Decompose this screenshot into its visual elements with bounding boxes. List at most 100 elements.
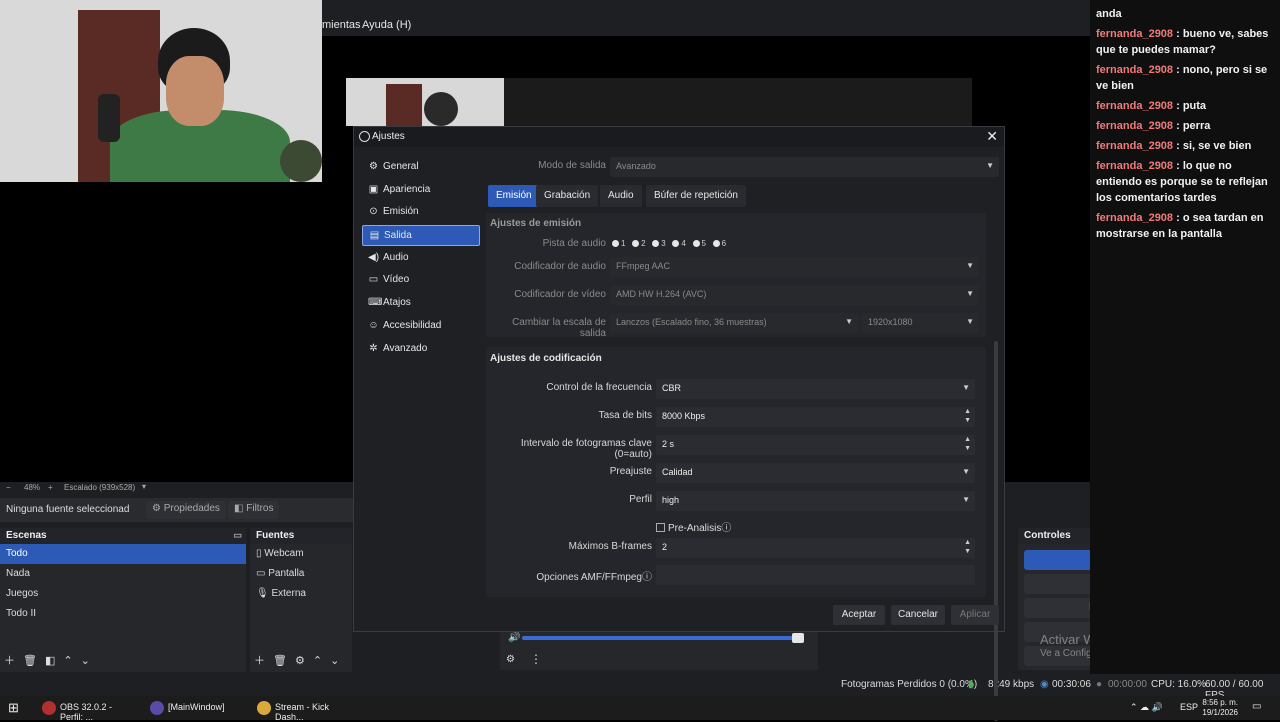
- rescale-resolution-select[interactable]: 1920x1080 ▼: [862, 313, 979, 333]
- trash-icon[interactable]: 🗑: [23, 655, 37, 667]
- nav-general[interactable]: ⚙ General: [362, 157, 480, 178]
- trash-icon[interactable]: 🗑: [273, 655, 287, 667]
- menu-help[interactable]: Ayuda (H): [362, 19, 411, 31]
- radio-icon[interactable]: [632, 240, 640, 247]
- chat-username[interactable]: fernanda_2908: [1096, 160, 1173, 172]
- rescale-filter-select[interactable]: Lanczos (Escalado fino, 36 muestras) ▼: [610, 313, 858, 333]
- bframes-spinbox[interactable]: 2 ▲ ▼: [656, 538, 975, 558]
- tab-replay-buffer[interactable]: Búfer de repetición: [646, 185, 746, 207]
- bitrate-spinbox[interactable]: 8000 Kbps ▲ ▼: [656, 407, 975, 427]
- nav-video[interactable]: ▭ Vídeo: [362, 270, 480, 291]
- output-mode-label: Modo de salida: [538, 160, 606, 171]
- zoom-out-button[interactable]: −: [6, 483, 11, 492]
- scene-item[interactable]: Juegos: [0, 584, 246, 604]
- speaker-icon[interactable]: 🔊: [508, 632, 520, 643]
- checkbox-icon[interactable]: [656, 523, 665, 532]
- kebab-menu-icon[interactable]: ⋮: [530, 652, 542, 666]
- mixer-settings-icon[interactable]: ⚙: [506, 654, 515, 665]
- nav-output[interactable]: ▤ Salida: [362, 225, 480, 247]
- nav-appearance[interactable]: ▣ Apariencia: [362, 180, 480, 201]
- video-encoder-select[interactable]: AMD HW H.264 (AVC) ▼: [610, 285, 979, 305]
- nav-hotkeys[interactable]: ⌨ Atajos: [362, 293, 480, 314]
- zoom-in-button[interactable]: +: [48, 483, 53, 492]
- add-icon[interactable]: ＋: [4, 655, 15, 667]
- chat-username[interactable]: fernanda_2908: [1096, 64, 1173, 76]
- chat-username[interactable]: fernanda_2908: [1096, 120, 1173, 132]
- scale-dropdown-icon[interactable]: ▾: [142, 482, 146, 491]
- gear-icon[interactable]: ⚙: [295, 655, 305, 667]
- preset-select[interactable]: Calidad ▼: [656, 463, 975, 483]
- settings-scrollbar[interactable]: [994, 341, 998, 721]
- chat-message: fernanda_2908 : lo que no entiendo es po…: [1096, 158, 1274, 206]
- dock-menu-icon[interactable]: ▭: [233, 530, 242, 541]
- obs-icon: [359, 131, 370, 142]
- taskbar-mainwindow[interactable]: [MainWindow]: [148, 698, 244, 718]
- accept-button[interactable]: Aceptar: [833, 605, 885, 625]
- volume-slider-handle[interactable]: [792, 633, 804, 643]
- scene-item[interactable]: Nada: [0, 564, 246, 584]
- move-up-icon[interactable]: ⌃: [63, 655, 72, 667]
- nav-stream[interactable]: ⊙ Emisión: [362, 202, 480, 223]
- chat-username[interactable]: fernanda_2908: [1096, 28, 1173, 40]
- chat-message: fernanda_2908 : o sea tardan en mostrars…: [1096, 210, 1274, 242]
- tab-audio[interactable]: Audio: [600, 185, 642, 207]
- chevron-up-icon[interactable]: ▲: [964, 436, 971, 443]
- chat-username[interactable]: fernanda_2908: [1096, 212, 1173, 224]
- chat-username[interactable]: fernanda_2908: [1096, 100, 1173, 112]
- chevron-down-icon[interactable]: ▼: [964, 445, 971, 452]
- taskbar-browser[interactable]: Stream - Kick Dash...: [255, 698, 355, 722]
- move-down-icon[interactable]: ⌄: [330, 655, 339, 667]
- language-indicator[interactable]: ESP: [1180, 702, 1198, 712]
- nav-accessibility[interactable]: ☺ Accesibilidad: [362, 316, 480, 337]
- chevron-up-icon[interactable]: ▲: [964, 539, 971, 546]
- output-mode-select[interactable]: Avanzado ▼: [610, 157, 999, 177]
- chat-username[interactable]: fernanda_2908: [1096, 140, 1173, 152]
- source-item[interactable]: 🎙 Externa: [250, 584, 352, 604]
- menu-tools[interactable]: mientas: [322, 19, 361, 31]
- filter-icon[interactable]: ◧: [45, 655, 55, 667]
- chevron-down-icon[interactable]: ▼: [964, 548, 971, 555]
- help-icon[interactable]: ⓘ: [721, 523, 731, 534]
- radio-icon[interactable]: [672, 240, 680, 247]
- taskbar-obs[interactable]: OBS 32.0.2 - Perfil: ...: [40, 698, 136, 722]
- audio-encoder-select[interactable]: FFmpeg AAC ▼: [610, 257, 979, 277]
- nav-audio[interactable]: ◀) Audio: [362, 248, 480, 269]
- chevron-down-icon[interactable]: ▼: [964, 417, 971, 424]
- move-up-icon[interactable]: ⌃: [313, 655, 322, 667]
- tab-streaming[interactable]: Emisión: [488, 185, 540, 207]
- volume-slider[interactable]: [522, 636, 802, 640]
- close-icon[interactable]: ✕: [986, 128, 998, 145]
- cancel-button[interactable]: Cancelar: [891, 605, 945, 625]
- chat-message: fernanda_2908 : puta: [1096, 98, 1274, 114]
- nav-advanced[interactable]: ✲ Avanzado: [362, 339, 480, 360]
- radio-icon[interactable]: [692, 240, 700, 247]
- preanalysis-checkbox[interactable]: Pre-Analisisⓘ: [656, 519, 731, 534]
- stream-settings-title: Ajustes de emisión: [490, 218, 582, 229]
- source-item[interactable]: ▯ Webcam: [250, 544, 352, 564]
- amf-options-input[interactable]: [656, 565, 975, 585]
- scene-item[interactable]: Todo II: [0, 604, 246, 624]
- chat-message: fernanda_2908 : perra: [1096, 118, 1274, 134]
- notification-icon[interactable]: ▭: [1252, 701, 1261, 712]
- rate-control-select[interactable]: CBR ▼: [656, 379, 975, 399]
- move-down-icon[interactable]: ⌄: [81, 655, 90, 667]
- audio-track-radios[interactable]: 1 2 3 4 5 6: [612, 239, 752, 248]
- properties-button[interactable]: ⚙ Propiedades: [146, 501, 226, 519]
- tab-recording[interactable]: Grabación: [536, 185, 599, 207]
- radio-icon[interactable]: [712, 240, 720, 247]
- help-icon[interactable]: ⓘ: [642, 572, 652, 583]
- rate-control-label: Control de la frecuencia: [546, 382, 652, 393]
- profile-select[interactable]: high ▼: [656, 491, 975, 511]
- taskbar-clock[interactable]: 8:56 p. m. 19/1/2026: [1202, 698, 1238, 718]
- apply-button[interactable]: Aplicar: [951, 605, 999, 625]
- tray-icons[interactable]: ⌃ ☁ 🔊: [1130, 702, 1163, 713]
- keyframe-spinbox[interactable]: 2 s ▲ ▼: [656, 435, 975, 455]
- add-icon[interactable]: ＋: [254, 655, 265, 667]
- radio-icon[interactable]: [612, 240, 619, 247]
- scene-item[interactable]: Todo: [0, 544, 246, 564]
- chevron-up-icon[interactable]: ▲: [964, 408, 971, 415]
- source-item[interactable]: ▭ Pantalla: [250, 564, 352, 584]
- windows-start-icon[interactable]: ⊞: [8, 700, 19, 716]
- filters-button[interactable]: ◧ Filtros: [228, 501, 280, 519]
- radio-icon[interactable]: [652, 240, 660, 247]
